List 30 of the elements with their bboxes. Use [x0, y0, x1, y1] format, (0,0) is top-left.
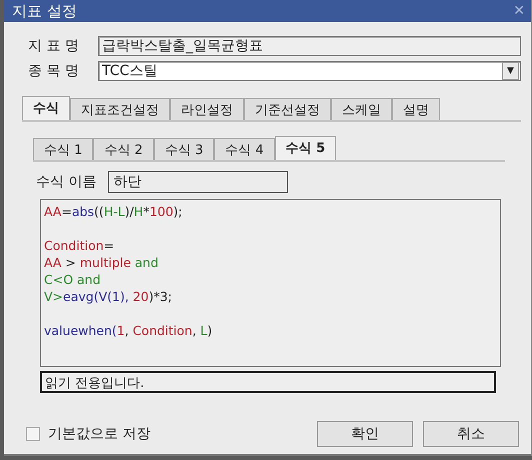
formula-tab[interactable]: 수식 2 — [93, 138, 154, 160]
formula-name-field[interactable]: 하단 — [108, 171, 288, 193]
status-field: 읽기 전용입니다. — [40, 371, 496, 393]
settings-tab[interactable]: 지표조건설정 — [70, 98, 170, 120]
settings-tab[interactable]: 라인설정 — [170, 98, 244, 120]
ok-button[interactable]: 확인 — [317, 421, 413, 447]
code-line: AA > multiple and — [44, 255, 158, 272]
formula-tab[interactable]: 수식 5 — [274, 136, 336, 160]
settings-tab[interactable]: 설명 — [392, 98, 440, 120]
settings-tab[interactable]: 수식 — [22, 96, 70, 120]
settings-tab[interactable]: 기준선설정 — [244, 98, 331, 120]
window-title: 지표 설정 — [12, 2, 77, 20]
code-line: V>eavg(V(1), 20)*3; — [44, 289, 172, 306]
checkbox[interactable] — [26, 427, 40, 441]
formula-tab[interactable]: 수식 4 — [214, 138, 275, 160]
stock-dropdown[interactable]: TCC스틸 ▼ — [98, 61, 521, 81]
checkbox-label: 기본값으로 저장 — [48, 425, 152, 443]
code-line: AA=abs((H-L)/H*100); — [44, 204, 182, 221]
formula-tab[interactable]: 수식 3 — [154, 138, 214, 160]
settings-tab[interactable]: 스케일 — [331, 98, 392, 120]
field-label: 지 표 명 — [27, 37, 80, 55]
formula-tab[interactable]: 수식 1 — [33, 138, 94, 160]
code-line: Condition= — [44, 238, 114, 255]
field-label: 종 목 명 — [27, 62, 80, 80]
code-line: valuewhen(1, Condition, L) — [44, 323, 212, 340]
code-editor[interactable]: AA=abs((H-L)/H*100); Condition= AA > multiple and C<O and V>eavg(V(1), 20)*3; valuewhen(1, Condition, L) — [40, 199, 501, 367]
name-field[interactable]: 급락박스탈출_일목균형표 — [98, 36, 521, 56]
formula-name-label: 수식 이름 — [36, 173, 96, 191]
code-line: C<O and — [44, 272, 101, 289]
cancel-button[interactable]: 취소 — [423, 421, 519, 447]
